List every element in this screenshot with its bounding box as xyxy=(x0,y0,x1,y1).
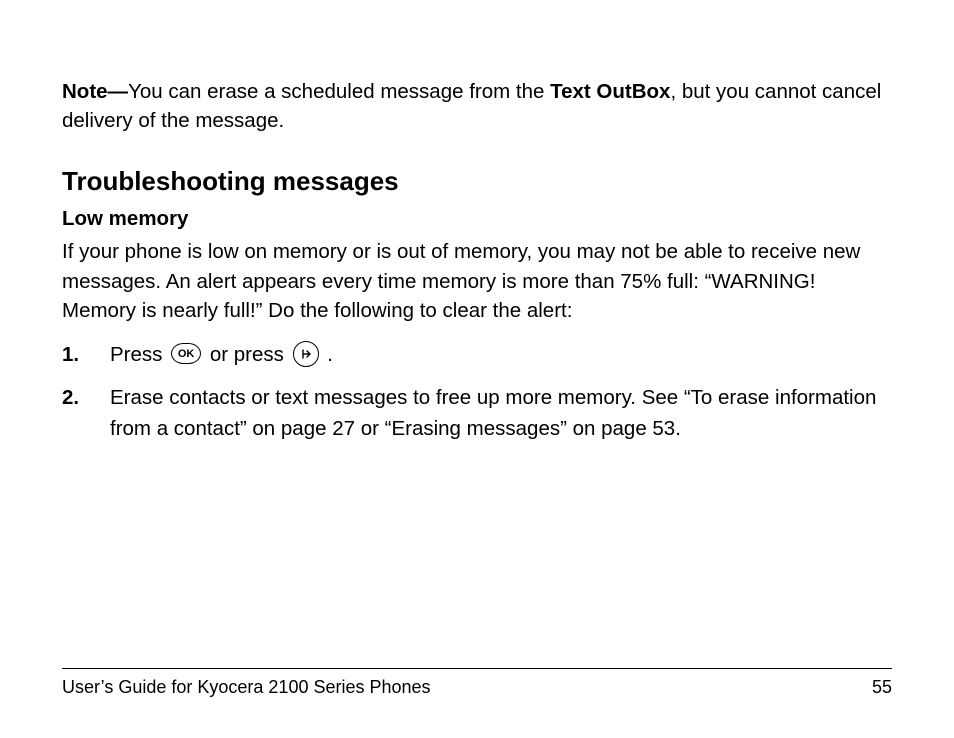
step-text: Erase contacts or text messages to free … xyxy=(110,386,876,440)
step-item: 2. Erase contacts or text messages to fr… xyxy=(62,383,892,445)
step-number: 1. xyxy=(62,340,79,371)
back-button-icon xyxy=(293,341,319,367)
note-text-a: You can erase a scheduled message from t… xyxy=(128,80,550,103)
step-text-mid: or press xyxy=(210,343,290,366)
page-number: 55 xyxy=(872,677,892,698)
document-page: Note—You can erase a scheduled message f… xyxy=(0,0,954,738)
step-text-post: . xyxy=(327,343,333,366)
footer-title: User’s Guide for Kyocera 2100 Series Pho… xyxy=(62,677,431,698)
note-label: Note— xyxy=(62,80,128,103)
note-inline-bold: Text OutBox xyxy=(550,80,670,103)
steps-list: 1. Press OK or press . 2. Erase contacts… xyxy=(62,340,892,444)
section-heading: Troubleshooting messages xyxy=(62,166,892,197)
step-text-pre: Press xyxy=(110,343,168,366)
page-footer: User’s Guide for Kyocera 2100 Series Pho… xyxy=(62,668,892,698)
note-paragraph: Note—You can erase a scheduled message f… xyxy=(62,77,892,136)
step-item: 1. Press OK or press . xyxy=(62,340,892,371)
sub-heading: Low memory xyxy=(62,207,892,231)
ok-button-icon: OK xyxy=(171,343,201,364)
intro-paragraph: If your phone is low on memory or is out… xyxy=(62,237,892,326)
step-number: 2. xyxy=(62,383,79,414)
